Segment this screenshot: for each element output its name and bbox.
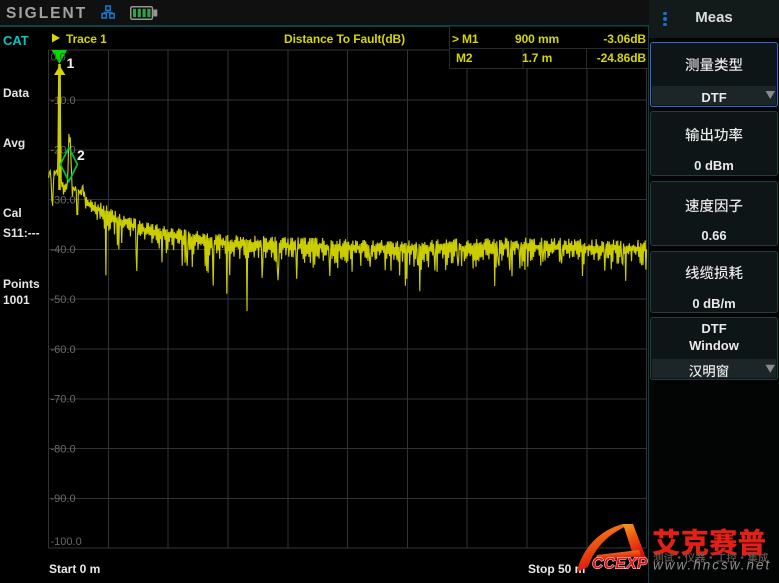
svg-text:1.7 m: 1.7 m <box>522 51 552 65</box>
svg-text:Distance To Fault(dB): Distance To Fault(dB) <box>284 32 405 46</box>
svg-text:-80.0: -80.0 <box>51 443 76 455</box>
svg-text:-24.86dB: -24.86dB <box>597 51 647 65</box>
svg-text:2: 2 <box>77 147 85 163</box>
svg-text:-10.0: -10.0 <box>51 95 76 107</box>
svg-text:1: 1 <box>67 55 75 71</box>
svg-text:>: > <box>452 32 459 46</box>
svg-text:Start 0 m: Start 0 m <box>49 562 100 576</box>
svg-text:-60.0: -60.0 <box>51 344 76 356</box>
svg-text:M1: M1 <box>462 32 479 46</box>
svg-text:900 mm: 900 mm <box>515 32 559 46</box>
svg-text:M2: M2 <box>456 51 473 65</box>
svg-text:-90.0: -90.0 <box>51 493 76 505</box>
svg-text:-100.0: -100.0 <box>51 536 82 548</box>
svg-text:www.hncsw.net: www.hncsw.net <box>653 558 771 573</box>
svg-text:-3.06dB: -3.06dB <box>603 32 646 46</box>
svg-text:Trace 1: Trace 1 <box>66 32 107 46</box>
svg-text:-50.0: -50.0 <box>51 294 76 306</box>
svg-text:-70.0: -70.0 <box>51 394 76 406</box>
svg-text:CCEXP: CCEXP <box>592 556 648 573</box>
svg-text:0.0: 0.0 <box>51 51 66 63</box>
svg-text:-40.0: -40.0 <box>51 244 76 256</box>
